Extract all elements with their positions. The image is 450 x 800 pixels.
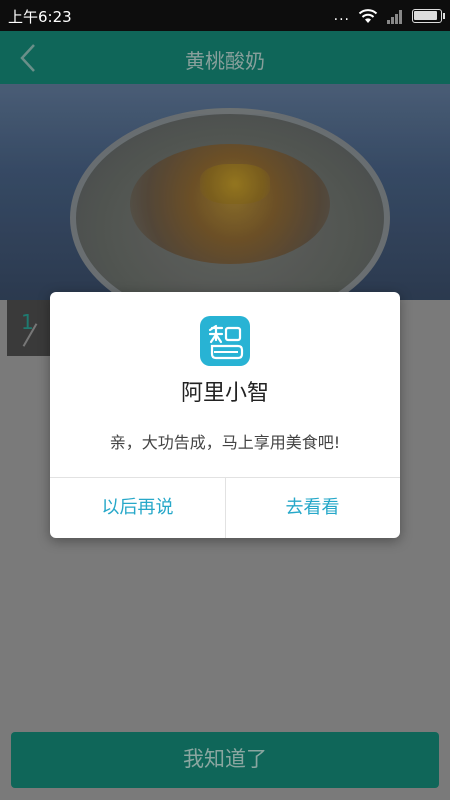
status-bar: 上午6:23 ... — [0, 0, 450, 31]
wifi-icon — [358, 9, 378, 23]
dialog-message: 亲，大功告成，马上享用美食吧! — [109, 433, 341, 452]
more-dots-icon: ... — [333, 8, 350, 24]
zhi-app-icon — [200, 316, 250, 366]
battery-icon — [412, 9, 445, 23]
completion-dialog: 阿里小智 亲，大功告成，马上享用美食吧! 以后再说 去看看 — [50, 292, 400, 538]
photo-dim-overlay — [0, 84, 450, 300]
later-button[interactable]: 以后再说 — [50, 478, 225, 538]
app-header: 黄桃酸奶 — [0, 31, 450, 84]
status-time: 上午6:23 — [8, 8, 72, 26]
zhi-glyph-icon — [208, 324, 244, 360]
step-counter: 1 — [7, 300, 51, 356]
signal-icon — [387, 10, 402, 24]
view-button[interactable]: 去看看 — [225, 478, 400, 538]
dialog-app-name: 阿里小智 — [180, 381, 269, 406]
status-icons: ... — [333, 6, 445, 26]
got-it-button[interactable]: 我知道了 — [11, 732, 439, 788]
page-title: 黄桃酸奶 — [185, 49, 265, 73]
recipe-photo — [0, 84, 450, 300]
